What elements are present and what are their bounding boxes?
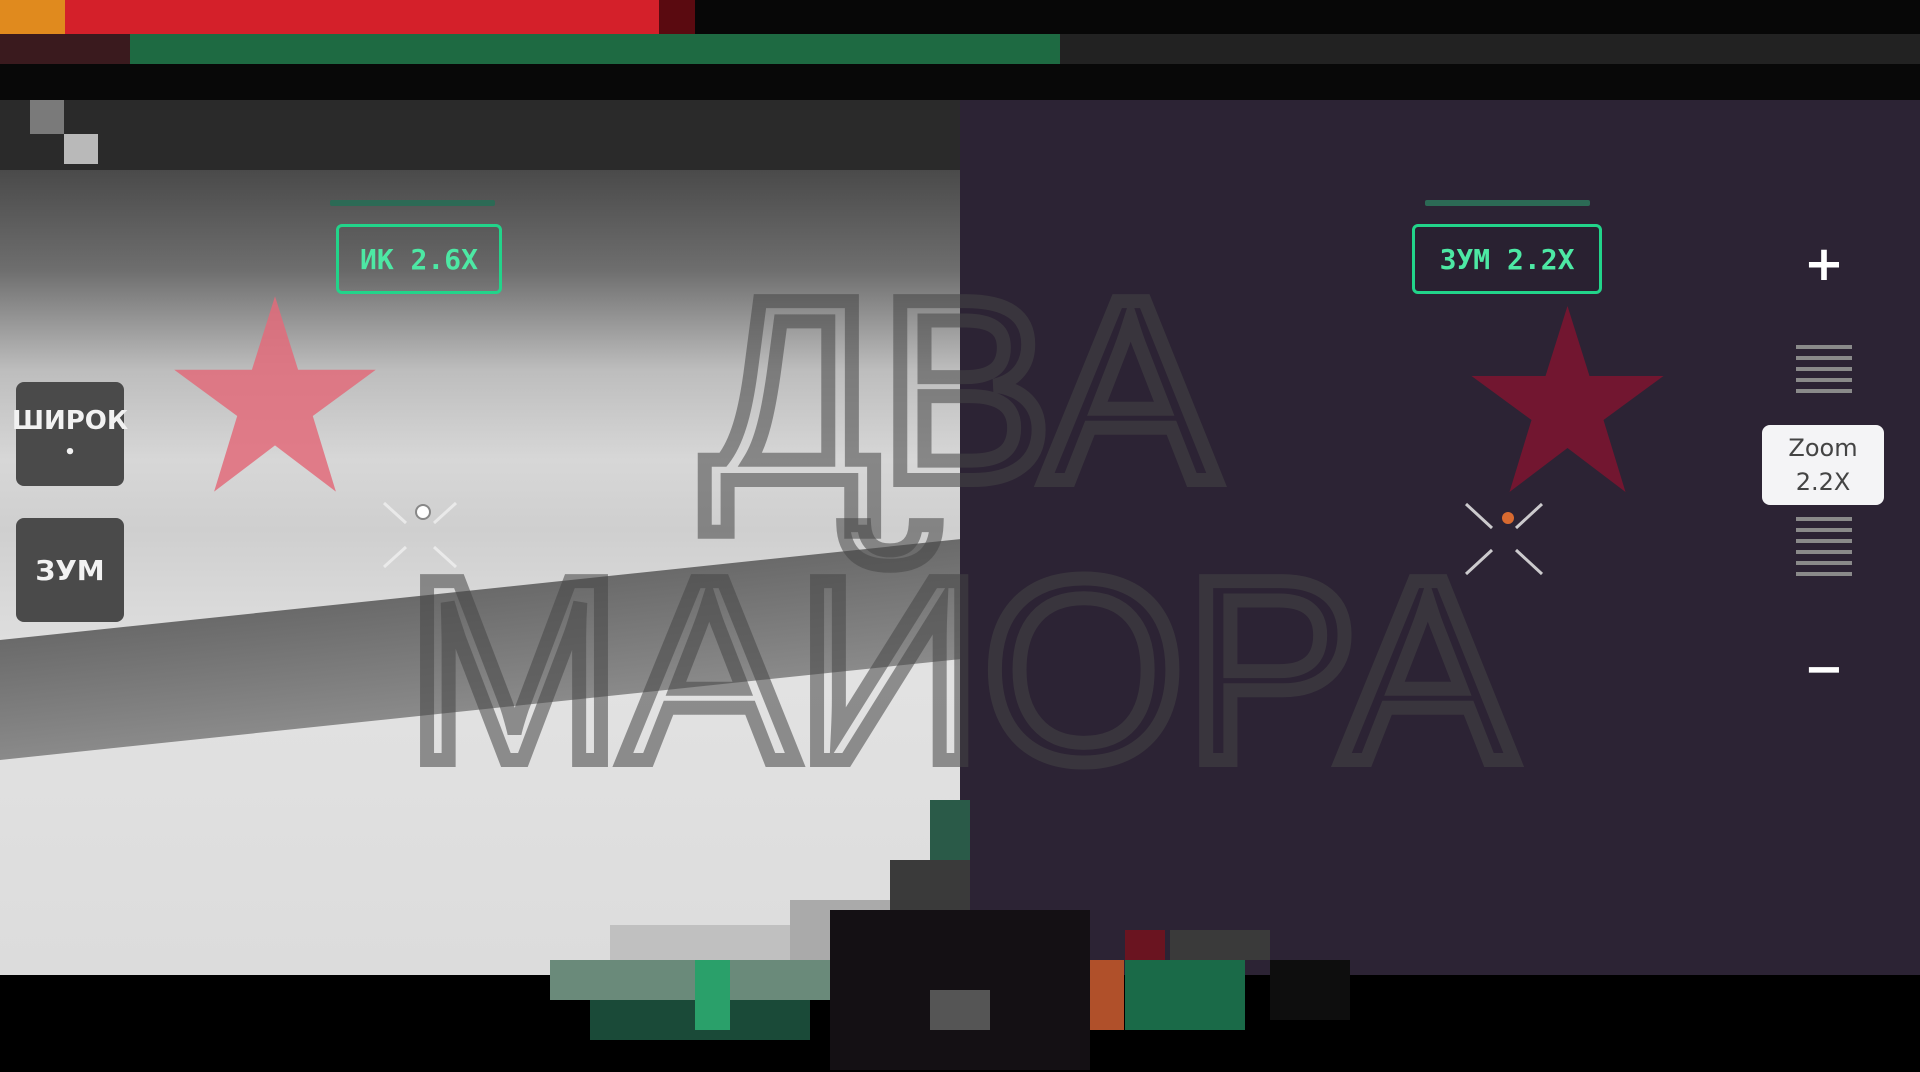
pixel-block	[30, 100, 64, 134]
pixel-block	[550, 960, 830, 1000]
crosshair-icon	[1464, 502, 1544, 576]
zoom-indicator-line2: 2.2X	[1795, 468, 1851, 496]
label-tick	[330, 200, 495, 206]
thermal-mode-label: ИК 2.6X	[336, 224, 502, 294]
zoom-out-button[interactable]: −	[1780, 645, 1868, 693]
wide-view-button[interactable]: ШИРОК •	[12, 382, 128, 486]
health-bar-cap	[0, 0, 65, 34]
watermark-line2: МАЙОРА	[406, 524, 1516, 790]
health-bar-end	[659, 0, 695, 34]
label-tick	[1425, 200, 1590, 206]
pixel-block	[695, 960, 730, 1030]
header-spacer	[0, 64, 1920, 100]
pixel-block	[1170, 930, 1270, 960]
pixel-block	[930, 990, 990, 1030]
pixel-block	[610, 925, 790, 965]
pixel-block	[890, 860, 970, 910]
pixelated-overlay	[550, 800, 1370, 1072]
zoom-view-label: ЗУМ	[35, 553, 105, 587]
health-bar	[0, 0, 695, 34]
top-status-bar	[0, 0, 1920, 34]
pixel-block	[930, 800, 970, 860]
pixel-block	[1125, 960, 1245, 1030]
wide-view-indicator: •	[64, 441, 76, 463]
progress-bar-lead	[0, 34, 130, 64]
progress-bar	[0, 34, 1920, 64]
crosshair-icon	[382, 501, 458, 569]
zoom-view-button[interactable]: ЗУМ	[16, 518, 124, 622]
progress-bar-fill	[130, 34, 1060, 64]
wide-view-label: ШИРОК	[11, 405, 129, 436]
watermark-line1: ДВА	[703, 246, 1219, 536]
pixel-block	[1090, 960, 1124, 1030]
zoom-level-indicator[interactable]: Zoom 2.2X	[1762, 425, 1884, 505]
zoom-scale-upper	[1796, 345, 1852, 400]
pixel-block	[1270, 960, 1350, 1020]
pixel-block	[1125, 930, 1165, 960]
zoom-in-button[interactable]: +	[1780, 240, 1868, 288]
red-star-icon	[1471, 306, 1664, 492]
red-star-icon	[174, 296, 376, 492]
zoom-indicator-line1: Zoom	[1788, 434, 1858, 462]
zoom-mode-label: ЗУМ 2.2X	[1412, 224, 1602, 294]
zoom-scale-lower	[1796, 517, 1852, 583]
pixel-block	[64, 134, 98, 164]
